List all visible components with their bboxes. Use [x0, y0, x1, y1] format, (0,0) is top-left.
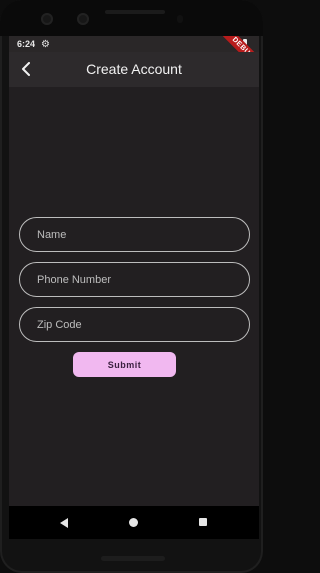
app-bar: Create Account: [9, 52, 259, 87]
create-account-form: [19, 217, 250, 352]
page-title: Create Account: [86, 61, 182, 77]
status-time: 6:24: [17, 39, 36, 49]
zip-field: [19, 307, 250, 342]
name-input[interactable]: [20, 218, 249, 251]
front-camera-icon: [41, 13, 53, 25]
proximity-sensor: [177, 15, 183, 23]
name-field: [19, 217, 250, 252]
phone-frame: 6:24 ⚙ DEBUG Create Account Name Phone N…: [0, 0, 263, 573]
earpiece-speaker: [105, 10, 165, 14]
top-bezel: [0, 0, 263, 36]
app-screen: 6:24 ⚙ DEBUG Create Account Name Phone N…: [9, 36, 259, 539]
zip-code-input[interactable]: [20, 308, 249, 341]
system-nav-bar: [9, 506, 259, 539]
phone-field: [19, 262, 250, 297]
square-recent-icon[interactable]: [199, 518, 207, 526]
bottom-speaker: [101, 556, 165, 561]
submit-button[interactable]: Submit: [73, 352, 176, 377]
front-sensor-icon: [77, 13, 89, 25]
status-bar: 6:24 ⚙ DEBUG: [9, 36, 259, 78]
gear-icon: ⚙: [41, 38, 50, 50]
circle-home-icon[interactable]: [129, 518, 138, 527]
triangle-back-icon[interactable]: [60, 518, 68, 528]
phone-number-input[interactable]: [20, 263, 249, 296]
